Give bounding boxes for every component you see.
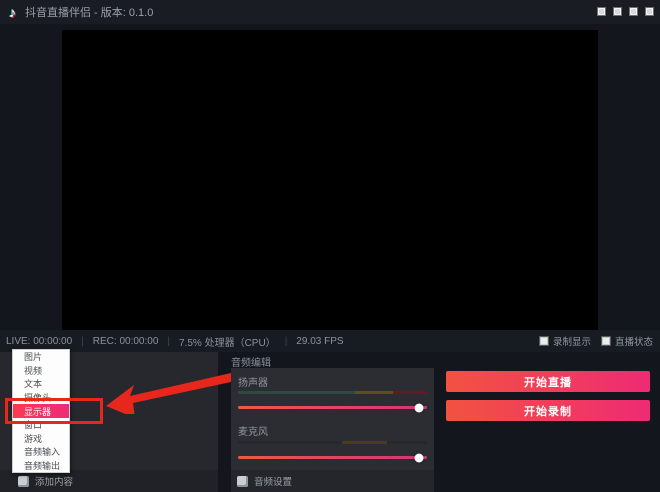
microphone-level-meter — [238, 441, 427, 444]
speaker-label: 扬声器 — [238, 374, 268, 389]
speaker-volume-slider[interactable] — [238, 406, 427, 409]
cpu-usage: 7.5% 处理器（CPU） — [179, 334, 276, 349]
menu-item-image[interactable]: 图片 — [13, 350, 69, 364]
rec-timer: REC: 00:00:00 — [93, 336, 159, 347]
app-window: ♪ 抖音直播伴侣 - 版本: 0.1.0 LIVE: 00:00:00 | RE… — [0, 0, 660, 492]
live-timer: LIVE: 00:00:00 — [6, 336, 72, 347]
speaker-slider-handle[interactable] — [415, 403, 424, 412]
start-record-button[interactable]: 开始录制 — [446, 400, 650, 421]
menu-item-audio-input[interactable]: 音频输入 — [13, 445, 69, 459]
add-source-menu: 图片 视频 文本 摄像头 显示器 窗口 游戏 音频输入 音频输出 — [12, 349, 70, 473]
toggle-label: 录制显示 — [553, 334, 591, 348]
tiktok-logo-icon: ♪ — [9, 5, 16, 19]
menu-item-camera[interactable]: 摄像头 — [13, 391, 69, 405]
checkbox-icon[interactable] — [539, 336, 549, 346]
audio-settings-icon — [237, 476, 248, 487]
audio-panel: 扬声器 麦克风 — [231, 368, 434, 470]
window-controls — [597, 7, 654, 16]
audio-panel-header: 音频编辑 — [231, 354, 271, 369]
audio-settings-label: 音频设置 — [254, 474, 292, 488]
audio-settings-bar[interactable]: 音频设置 — [231, 470, 434, 492]
fps-value: 29.03 FPS — [296, 336, 343, 347]
separator: | — [285, 336, 288, 347]
microphone-slider-handle[interactable] — [415, 453, 424, 462]
add-content-icon — [18, 476, 29, 487]
add-content-bar[interactable]: 添加内容 — [0, 470, 218, 492]
window-title: 抖音直播伴侣 - 版本: 0.1.0 — [25, 4, 153, 20]
toggle-record-display[interactable]: 录制显示 — [539, 334, 591, 348]
title-bar: ♪ 抖音直播伴侣 - 版本: 0.1.0 — [0, 0, 660, 24]
toggle-live-status[interactable]: 直播状态 — [601, 334, 653, 348]
menu-item-audio-output[interactable]: 音频输出 — [13, 459, 69, 473]
start-live-button[interactable]: 开始直播 — [446, 371, 650, 392]
menu-item-game[interactable]: 游戏 — [13, 431, 69, 445]
status-toggles: 录制显示 直播状态 — [539, 334, 653, 348]
separator: | — [81, 336, 84, 347]
toggle-label: 直播状态 — [615, 334, 653, 348]
window-button-2-icon[interactable] — [613, 7, 622, 16]
menu-item-display[interactable]: 显示器 — [13, 404, 69, 418]
preview-canvas[interactable] — [62, 30, 598, 330]
window-button-4-icon[interactable] — [645, 7, 654, 16]
window-button-3-icon[interactable] — [629, 7, 638, 16]
menu-item-text[interactable]: 文本 — [13, 377, 69, 391]
status-metrics: LIVE: 00:00:00 | REC: 00:00:00 | 7.5% 处理… — [6, 334, 344, 349]
speaker-level-meter — [238, 391, 427, 394]
menu-item-window[interactable]: 窗口 — [13, 418, 69, 432]
menu-item-video[interactable]: 视频 — [13, 364, 69, 378]
checkbox-icon[interactable] — [601, 336, 611, 346]
add-content-label: 添加内容 — [35, 474, 73, 488]
microphone-label: 麦克风 — [238, 423, 268, 438]
status-bar: LIVE: 00:00:00 | REC: 00:00:00 | 7.5% 处理… — [0, 330, 660, 352]
separator: | — [167, 336, 170, 347]
microphone-volume-slider[interactable] — [238, 456, 427, 459]
window-button-1-icon[interactable] — [597, 7, 606, 16]
